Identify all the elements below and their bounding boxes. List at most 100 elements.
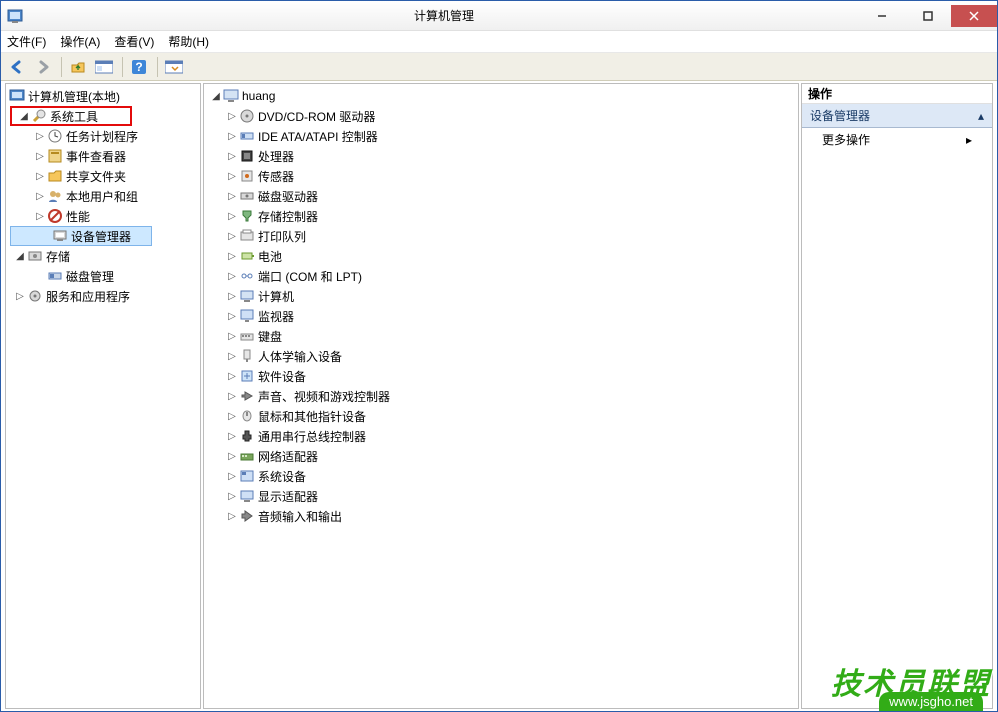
expand-arrow-icon[interactable]: ▷	[226, 391, 238, 402]
audio-io-icon	[239, 508, 255, 524]
tree-performance[interactable]: ▷ 性能	[6, 206, 200, 226]
tree-label: 服务和应用程序	[46, 288, 130, 305]
device-category[interactable]: ▷电池	[204, 246, 798, 266]
expand-arrow-icon[interactable]: ▷	[226, 171, 238, 182]
expand-arrow-icon[interactable]: ▷	[226, 191, 238, 202]
close-button[interactable]	[951, 5, 997, 27]
monitor-icon	[239, 308, 255, 324]
tree-label: 通用串行总线控制器	[258, 428, 366, 445]
tree-device-manager[interactable]: 设备管理器	[10, 226, 152, 246]
storage-icon	[27, 248, 43, 264]
menu-action[interactable]: 操作(A)	[60, 33, 100, 50]
tree-label: 本地用户和组	[66, 188, 138, 205]
expand-arrow-icon[interactable]: ▷	[226, 411, 238, 422]
tree-task-scheduler[interactable]: ▷ 任务计划程序	[6, 126, 200, 146]
expand-arrow-icon[interactable]: ◢	[14, 251, 26, 262]
expand-arrow-icon[interactable]: ▷	[14, 291, 26, 302]
expand-arrow-icon[interactable]: ▷	[34, 131, 46, 142]
expand-arrow-icon[interactable]: ▷	[226, 371, 238, 382]
device-category[interactable]: ▷ 系统设备	[204, 466, 798, 486]
collapse-arrow-icon: ▴	[978, 109, 984, 123]
device-category[interactable]: ▷ 端口 (COM 和 LPT)	[204, 266, 798, 286]
expand-arrow-icon[interactable]: ▷	[226, 291, 238, 302]
expand-arrow-icon[interactable]: ▷	[34, 211, 46, 222]
menu-view[interactable]: 查看(V)	[114, 33, 154, 50]
expand-arrow-icon[interactable]: ▷	[34, 151, 46, 162]
expand-arrow-icon[interactable]: ▷	[226, 491, 238, 502]
expand-arrow-icon[interactable]: ▷	[226, 431, 238, 442]
device-category[interactable]: ▷鼠标和其他指针设备	[204, 406, 798, 426]
device-category[interactable]: ▷监视器	[204, 306, 798, 326]
submenu-arrow-icon: ▸	[966, 133, 972, 147]
expand-arrow-icon[interactable]: ▷	[226, 231, 238, 242]
device-category[interactable]: ▷DVD/CD-ROM 驱动器	[204, 106, 798, 126]
expand-arrow-icon[interactable]: ▷	[34, 191, 46, 202]
tree-system-tools[interactable]: ◢ 系统工具	[10, 106, 132, 126]
tree-root[interactable]: 计算机管理(本地)	[6, 86, 200, 106]
expand-arrow-icon[interactable]: ▷	[226, 211, 238, 222]
expand-arrow-icon[interactable]: ▷	[226, 151, 238, 162]
maximize-button[interactable]	[905, 5, 951, 27]
device-category[interactable]: ▷磁盘驱动器	[204, 186, 798, 206]
tree-label: 任务计划程序	[66, 128, 138, 145]
device-category[interactable]: ▷打印队列	[204, 226, 798, 246]
console-tree-pane[interactable]: 计算机管理(本地) ◢ 系统工具 ▷ 任务计划程序 ▷ 事件查看器 ▷ 共享文件…	[5, 83, 201, 709]
tree-event-viewer[interactable]: ▷ 事件查看器	[6, 146, 200, 166]
window-title: 计算机管理	[29, 7, 859, 24]
tree-label: 系统设备	[258, 468, 306, 485]
hid-icon	[239, 348, 255, 364]
tree-disk-management[interactable]: 磁盘管理	[6, 266, 200, 286]
actions-section[interactable]: 设备管理器 ▴	[802, 104, 992, 128]
device-category[interactable]: ▷IDE ATA/ATAPI 控制器	[204, 126, 798, 146]
software-device-icon	[239, 368, 255, 384]
expand-arrow-icon[interactable]: ▷	[226, 131, 238, 142]
device-category[interactable]: ▷网络适配器	[204, 446, 798, 466]
expand-arrow-icon[interactable]: ▷	[226, 351, 238, 362]
device-category[interactable]: ▷人体学输入设备	[204, 346, 798, 366]
tree-services-apps[interactable]: ▷ 服务和应用程序	[6, 286, 200, 306]
device-category[interactable]: ▷音频输入和输出	[204, 506, 798, 526]
device-category[interactable]: ▷键盘	[204, 326, 798, 346]
shared-folder-icon	[47, 168, 63, 184]
printer-icon	[239, 228, 255, 244]
device-category[interactable]: ▷声音、视频和游戏控制器	[204, 386, 798, 406]
expand-arrow-icon[interactable]: ▷	[226, 111, 238, 122]
minimize-button[interactable]	[859, 5, 905, 27]
view-mode-button[interactable]	[162, 56, 186, 78]
device-category[interactable]: ▷ 通用串行总线控制器	[204, 426, 798, 446]
tree-label: 事件查看器	[66, 148, 126, 165]
expand-arrow-icon[interactable]: ◢	[210, 91, 222, 102]
tree-label: 端口 (COM 和 LPT)	[258, 268, 362, 285]
device-category[interactable]: ▷存储控制器	[204, 206, 798, 226]
menu-file[interactable]: 文件(F)	[7, 33, 46, 50]
device-category[interactable]: ▷计算机	[204, 286, 798, 306]
show-hide-tree-button[interactable]	[92, 56, 116, 78]
tree-shared-folders[interactable]: ▷ 共享文件夹	[6, 166, 200, 186]
up-folder-button[interactable]	[66, 56, 90, 78]
help-button[interactable]: ?	[127, 56, 151, 78]
actions-more[interactable]: 更多操作 ▸	[802, 128, 992, 151]
expand-arrow-icon[interactable]: ▷	[226, 251, 238, 262]
device-root[interactable]: ◢ huang	[204, 86, 798, 106]
expand-arrow-icon[interactable]: ◢	[18, 111, 30, 122]
expand-arrow-icon[interactable]: ▷	[226, 511, 238, 522]
console-tree: 计算机管理(本地) ◢ 系统工具 ▷ 任务计划程序 ▷ 事件查看器 ▷ 共享文件…	[6, 84, 200, 308]
device-category[interactable]: ▷传感器	[204, 166, 798, 186]
disk-icon	[47, 268, 63, 284]
menu-help[interactable]: 帮助(H)	[168, 33, 209, 50]
forward-button[interactable]	[31, 56, 55, 78]
tree-storage[interactable]: ◢ 存储	[6, 246, 200, 266]
expand-arrow-icon[interactable]: ▷	[226, 271, 238, 282]
tree-local-users[interactable]: ▷ 本地用户和组	[6, 186, 200, 206]
expand-arrow-icon[interactable]: ▷	[226, 331, 238, 342]
device-category[interactable]: ▷处理器	[204, 146, 798, 166]
device-category[interactable]: ▷显示适配器	[204, 486, 798, 506]
expand-arrow-icon[interactable]: ▷	[34, 171, 46, 182]
expand-arrow-icon[interactable]: ▷	[226, 471, 238, 482]
expand-arrow-icon[interactable]: ▷	[226, 451, 238, 462]
device-tree-pane[interactable]: ◢ huang ▷DVD/CD-ROM 驱动器▷IDE ATA/ATAPI 控制…	[203, 83, 799, 709]
device-category[interactable]: ▷软件设备	[204, 366, 798, 386]
expand-arrow-icon[interactable]: ▷	[226, 311, 238, 322]
actions-header: 操作	[802, 84, 992, 104]
back-button[interactable]	[5, 56, 29, 78]
